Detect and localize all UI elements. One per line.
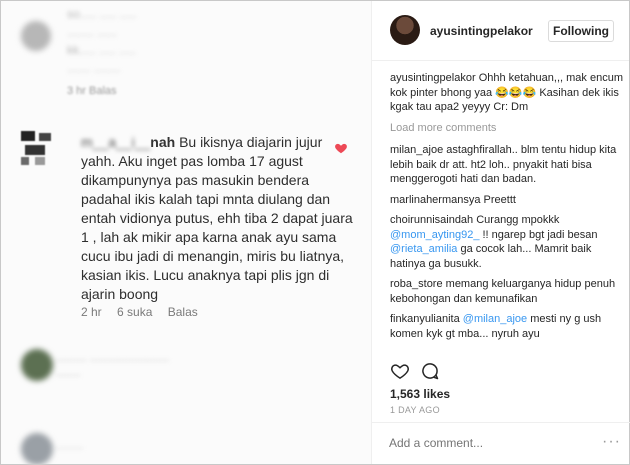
list-item: choirunnisaindah Curangg mpokkk @mom_ayt…	[390, 213, 626, 271]
likes-count[interactable]: 1,563 likes	[390, 387, 450, 401]
comment-username[interactable]: finkanyulianita	[390, 313, 460, 325]
highlighted-comment: m__a__i__nah Bu ikisnya diajarin jujur y…	[81, 133, 356, 304]
heart-outline-icon[interactable]	[390, 361, 410, 381]
comment-bubble-icon[interactable]	[420, 361, 440, 381]
comment-text: !! ngarep bgt jadi besan	[482, 228, 598, 241]
post-side-panel: ayusintingpelakor Following ayusintingpe…	[371, 1, 630, 464]
comment-text: Bu ikisnya diajarin jujur yahh. Aku inge…	[81, 134, 353, 302]
profile-username[interactable]: ayusintingpelakor	[430, 24, 533, 38]
list-item: milan_ajoe astaghfirallah.. blm tentu hi…	[390, 143, 626, 187]
comment-username-suffix: nah	[150, 134, 176, 150]
comments-list: ayusintingpelakor Ohhh ketahuan,,, mak e…	[390, 71, 626, 347]
more-options-icon[interactable]: ···	[602, 433, 621, 451]
comment-username[interactable]: roba_store	[390, 278, 443, 290]
blurred-line: ........ ......	[67, 25, 118, 39]
reply-link[interactable]: Balas	[168, 305, 198, 319]
profile-avatar[interactable]	[390, 15, 420, 45]
post-timestamp: 1 DAY AGO	[390, 405, 440, 415]
mention-link[interactable]: @mom_ayting92_	[390, 229, 479, 241]
blurred-avatar-bottom-2	[21, 433, 53, 464]
load-more-comments-link[interactable]: Load more comments	[390, 121, 626, 136]
list-item: finkanyulianita @milan_ajoe mesti ny g u…	[390, 312, 626, 341]
blurred-avatar-top	[21, 21, 51, 51]
blurred-comment-bottom-2: .........	[56, 440, 84, 452]
blurred-comment-top: so..... ..... ..... ........ ...... kk..…	[67, 5, 357, 77]
mention-link[interactable]: @rieta_amilia	[390, 243, 457, 255]
action-bar	[390, 361, 620, 381]
mention-link[interactable]: @milan_ajoe	[463, 313, 527, 325]
blurred-line: ....... ........	[67, 61, 121, 75]
blurred-comment-bottom: .......... .......................... ..…	[56, 351, 346, 381]
comment-likes[interactable]: 6 suka	[117, 305, 152, 319]
blurred-line: ........	[56, 367, 81, 379]
comment-username[interactable]: milan_ajoe	[390, 144, 443, 156]
comment-time: 2 hr	[81, 305, 102, 319]
heart-filled-icon[interactable]	[334, 141, 348, 155]
comment-username-blurred: m__a__i__	[81, 134, 151, 150]
comment-text: Preettt	[483, 193, 516, 206]
post-header: ayusintingpelakor Following	[372, 1, 629, 61]
pixelated-avatar	[21, 131, 61, 171]
blurred-avatar-bottom	[21, 349, 53, 381]
list-item: roba_store memang keluarganya hidup penu…	[390, 277, 626, 306]
post-image: so..... ..... ..... ........ ...... kk..…	[1, 1, 371, 464]
following-button[interactable]: Following	[548, 20, 614, 42]
blurred-line: so..... ..... .....	[67, 7, 137, 21]
add-comment-bar: ···	[372, 422, 630, 464]
blurred-line: .......... ..........................	[56, 352, 170, 364]
blurred-line: kk..... ..... .....	[67, 43, 136, 57]
comment-text: Curangg mpokkk	[476, 214, 560, 226]
add-comment-input[interactable]	[389, 436, 589, 450]
comment-username[interactable]: choirunnisaindah	[390, 214, 473, 226]
caption-username[interactable]: ayusintingpelakor	[390, 72, 476, 84]
list-item: marlinahermansya Preettt	[390, 193, 626, 208]
blurred-meta-top: 3 hr Balas	[67, 85, 117, 97]
comment-username[interactable]: marlinahermansya	[390, 194, 480, 206]
comment-meta: 2 hr 6 suka Balas	[81, 305, 210, 319]
caption: ayusintingpelakor Ohhh ketahuan,,, mak e…	[390, 71, 626, 115]
